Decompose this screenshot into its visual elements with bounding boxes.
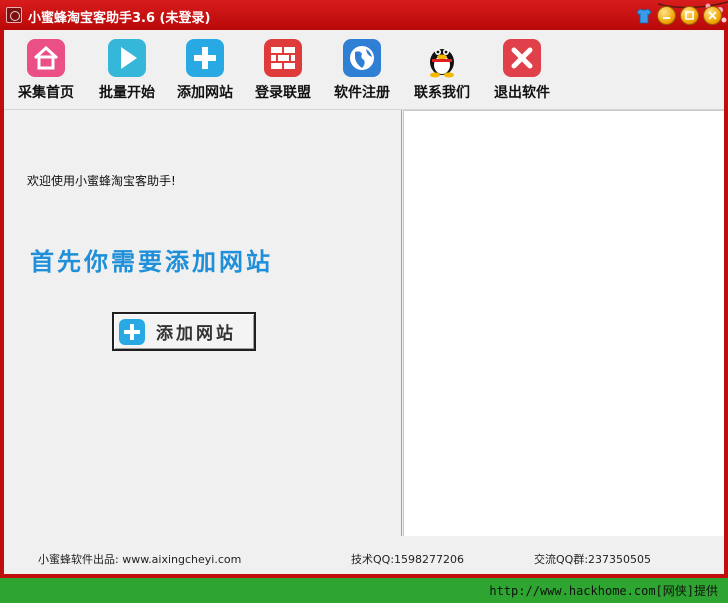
- toolbar-label: 添加网站: [177, 85, 233, 101]
- welcome-text: 欢迎使用小蜜蜂淘宝客助手!: [27, 174, 176, 188]
- watermark-text: http://www.hackhome.com[网侠]提供: [489, 584, 718, 598]
- log-panel[interactable]: [403, 110, 724, 536]
- client-area: 采集首页 批量开始 添加网站 登录联盟 软件注册 联系我们 退出软件 欢迎使用小…: [4, 30, 724, 574]
- footer-tech-qq: 技术QQ:1598277206: [351, 553, 465, 566]
- brick-wall-icon: [264, 39, 302, 77]
- toolbar-exit-button[interactable]: 退出软件: [482, 38, 562, 104]
- add-site-button-label: 添加网站: [156, 324, 236, 344]
- toolbar-label: 退出软件: [494, 85, 550, 101]
- plus-icon: [186, 39, 224, 77]
- toolbar: 采集首页 批量开始 添加网站 登录联盟 软件注册 联系我们 退出软件: [4, 30, 724, 110]
- add-site-button[interactable]: 添加网站: [112, 312, 256, 351]
- bottom-strip: http://www.hackhome.com[网侠]提供: [0, 578, 728, 603]
- left-panel: 欢迎使用小蜜蜂淘宝客助手! 首先你需要添加网站 添加网站: [4, 110, 402, 536]
- toolbar-label: 联系我们: [414, 85, 470, 101]
- skin-button[interactable]: [634, 6, 653, 25]
- close-button[interactable]: [703, 6, 722, 25]
- toolbar-label: 采集首页: [18, 85, 74, 101]
- toolbar-label: 登录联盟: [255, 85, 311, 101]
- home-icon: [27, 39, 65, 77]
- globe-icon: [343, 39, 381, 77]
- toolbar-contact-button[interactable]: 联系我们: [402, 38, 482, 104]
- toolbar-add-site-button[interactable]: 添加网站: [165, 38, 245, 104]
- toolbar-label: 批量开始: [99, 85, 155, 101]
- play-icon: [108, 39, 146, 77]
- shirt-icon: [635, 8, 652, 23]
- toolbar-batch-start-button[interactable]: 批量开始: [87, 38, 167, 104]
- footer-group-qq: 交流QQ群:237350505: [534, 553, 652, 566]
- headline-text: 首先你需要添加网站: [30, 247, 273, 276]
- exit-x-icon: [503, 39, 541, 77]
- maximize-button[interactable]: [680, 6, 699, 25]
- close-icon: [708, 11, 717, 20]
- footer-credit: 小蜜蜂软件出品: www.aixingcheyi.com: [38, 553, 242, 566]
- title-bar[interactable]: 小蜜蜂淘宝客助手3.6 (未登录): [0, 0, 728, 30]
- minimize-button[interactable]: [657, 6, 676, 25]
- toolbar-register-button[interactable]: 软件注册: [322, 38, 402, 104]
- app-window: 小蜜蜂淘宝客助手3.6 (未登录) 采集首页 批量开始 添加网站 登录联盟 软件…: [0, 0, 728, 578]
- app-logo-icon: [6, 7, 22, 23]
- toolbar-login-union-button[interactable]: 登录联盟: [243, 38, 323, 104]
- minimize-icon: [663, 17, 670, 19]
- qq-penguin-icon: [430, 49, 454, 78]
- toolbar-collect-home-button[interactable]: 采集首页: [6, 38, 86, 104]
- plus-icon: [119, 318, 145, 345]
- window-title: 小蜜蜂淘宝客助手3.6 (未登录): [28, 11, 211, 26]
- maximize-icon: [685, 11, 694, 20]
- status-footer: 小蜜蜂软件出品: www.aixingcheyi.com 技术QQ:159827…: [4, 536, 724, 574]
- toolbar-label: 软件注册: [334, 85, 390, 101]
